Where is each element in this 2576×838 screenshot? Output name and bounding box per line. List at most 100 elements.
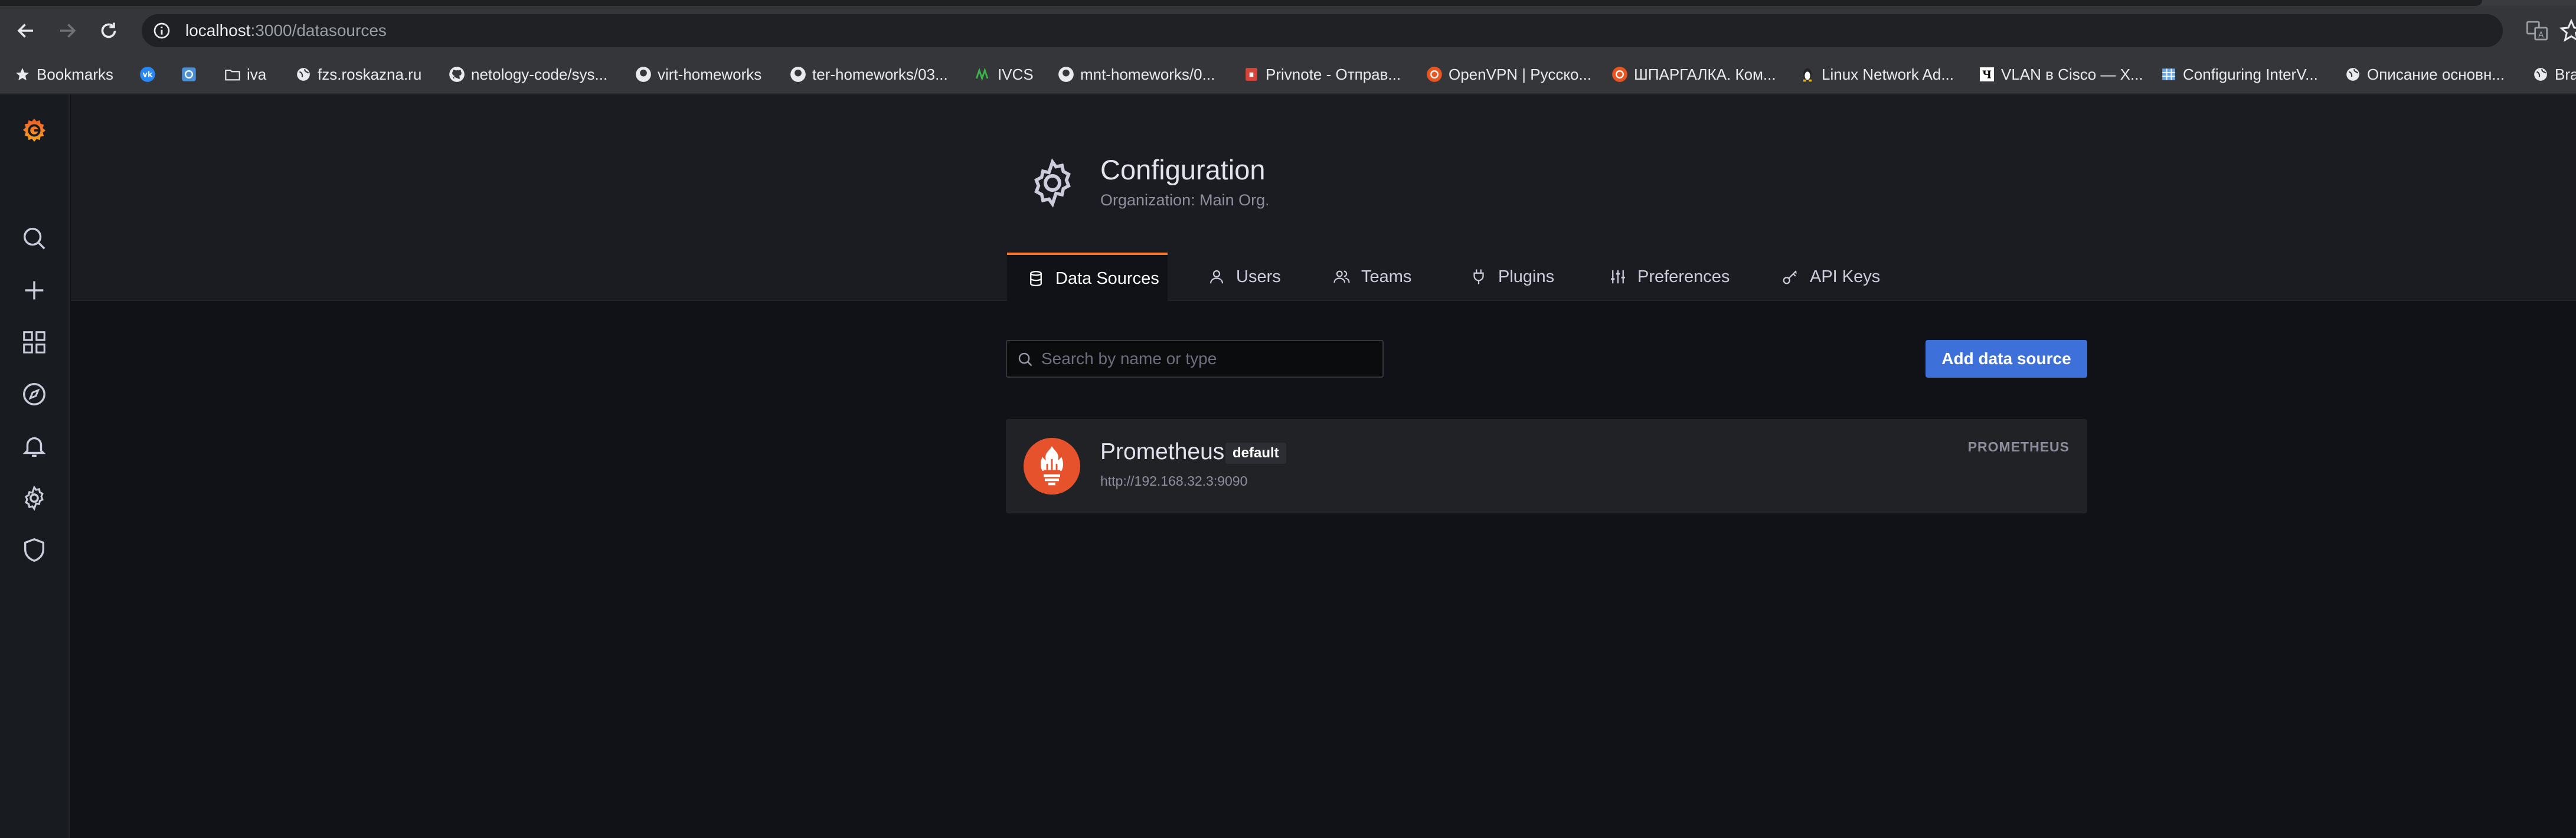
address-url: localhost:3000/datasources (185, 21, 387, 40)
browser-tab-strip (0, 0, 2576, 6)
datasource-url: http://192.168.32.3:9090 (1100, 473, 1248, 489)
bookmark-label: netology-code/sys... (471, 65, 608, 83)
bookmark-label: OpenVPN | Русско... (1449, 65, 1592, 83)
bookmark-item[interactable]: virt-homeworks (635, 63, 761, 86)
bookmark-label: Linux Network Ad... (1822, 65, 1954, 83)
bookmark-label: virt-homeworks (658, 65, 762, 83)
users-icon (1333, 270, 1350, 283)
translate-icon[interactable]: A (2525, 19, 2549, 42)
add-data-source-button[interactable]: Add data source (1926, 340, 2087, 378)
address-bar[interactable]: localhost:3000/datasources (142, 14, 2503, 47)
page-header (71, 94, 2576, 301)
tab-preferences[interactable]: Preferences (1609, 253, 1730, 301)
gear-icon[interactable] (18, 482, 51, 515)
github-icon (1058, 66, 1074, 83)
tab-api-keys[interactable]: API Keys (1781, 253, 1880, 301)
browser-tab-edge (0, 0, 2482, 6)
bell-icon[interactable] (18, 430, 51, 463)
globe-icon (2532, 66, 2549, 83)
bookmark-item[interactable]: Bookmarks (14, 63, 113, 86)
tab-label: Preferences (1637, 267, 1730, 286)
folder-icon (224, 66, 241, 83)
sliders-icon (1611, 270, 1625, 284)
bookmark-item[interactable]: mnt-homeworks/0... (1058, 63, 1215, 86)
globe-icon (295, 66, 312, 83)
bookmark-label: mnt-homeworks/0... (1080, 65, 1215, 83)
bookmark-item[interactable]: ter-homeworks/03... (790, 63, 948, 86)
grafana-sidebar (0, 94, 70, 838)
linux-icon (1799, 66, 1816, 83)
search-input[interactable] (1041, 347, 1372, 371)
svg-text:Ч: Ч (1982, 70, 1992, 81)
bookmark-label: ШПАРГАЛКА. Ком... (1634, 65, 1776, 83)
bookmark-item[interactable]: Bra (2532, 63, 2576, 86)
dashboards-icon[interactable] (18, 326, 51, 359)
svg-text:vk: vk (143, 71, 153, 80)
tab-label: Users (1236, 267, 1281, 286)
bookmark-label: Описание основн... (2367, 65, 2505, 83)
reload-icon (101, 22, 116, 38)
bookmark-label: Bookmarks (37, 65, 114, 83)
url-host: localhost (185, 21, 251, 40)
arrow-right-icon (60, 24, 76, 38)
plus-icon[interactable] (18, 274, 51, 307)
shield-icon[interactable] (18, 533, 51, 567)
search-field[interactable] (1006, 340, 1384, 378)
bookmark-label: Privnote - Отправ... (1266, 65, 1401, 83)
key-icon (1783, 270, 1797, 284)
bookmark-item[interactable]: Ч VLAN в Cisco — Х... (1979, 63, 2143, 86)
bookmark-item[interactable]: vk (139, 63, 156, 86)
forward-button[interactable] (50, 13, 85, 48)
tab-data-sources[interactable]: Data Sources (1007, 253, 1168, 302)
tab-plugins[interactable]: Plugins (1470, 253, 1554, 301)
tab-label: API Keys (1810, 267, 1881, 286)
reload-button[interactable] (91, 13, 126, 48)
bookmark-item[interactable]: Configuring InterV... (2160, 63, 2318, 86)
bookmark-label: ter-homeworks/03... (812, 65, 948, 83)
settings-gear-icon (1034, 158, 1071, 208)
bookmark-label: Bra (2555, 65, 2576, 83)
github-icon (635, 66, 652, 83)
svg-text:A: A (2538, 31, 2544, 40)
tab-label: Data Sources (1055, 269, 1159, 288)
vk-icon: vk (139, 66, 156, 83)
browser-toolbar: localhost:3000/datasources A (0, 6, 2576, 55)
globe-icon (2345, 66, 2361, 83)
ubuntu-icon (1426, 66, 1443, 83)
bookmark-star-icon[interactable] (2559, 19, 2576, 42)
compass-icon[interactable] (18, 378, 51, 411)
bookmark-item[interactable]: Linux Network Ad... (1799, 63, 1954, 86)
tab-teams[interactable]: Teams (1333, 253, 1411, 301)
github-icon (790, 66, 806, 83)
search-icon (1018, 352, 1032, 366)
user-icon (1209, 270, 1224, 284)
tab-label: Plugins (1498, 267, 1555, 286)
back-button[interactable] (8, 13, 44, 48)
bookmark-item[interactable]: ШПАРГАЛКА. Ком... (1611, 63, 1776, 86)
search-icon[interactable] (18, 222, 51, 255)
bookmark-item[interactable]: Privnote - Отправ... (1243, 63, 1401, 86)
bookmark-item[interactable]: IVCS (975, 63, 1034, 86)
ubuntu-icon (1611, 66, 1628, 83)
datasource-card[interactable]: Prometheus default http://192.168.32.3:9… (1006, 419, 2087, 513)
bookmark-item[interactable]: fzs.roskazna.ru (295, 63, 421, 86)
bookmark-item[interactable]: iva (224, 63, 266, 86)
bookmark-item[interactable]: Описание основн... (2345, 63, 2505, 86)
bookmark-item[interactable]: OpenVPN | Русско... (1426, 63, 1591, 86)
app-icon (181, 66, 197, 83)
site-info-icon[interactable] (152, 21, 171, 40)
bookmark-label: iva (247, 65, 267, 83)
bookmark-item[interactable] (181, 63, 197, 86)
datasource-type: PROMETHEUS (1967, 439, 2070, 454)
arrow-left-icon (17, 24, 33, 38)
page-title: Configuration (1100, 154, 1266, 185)
database-icon (1030, 271, 1042, 287)
bookmark-label: VLAN в Cisco — Х... (2001, 65, 2143, 83)
bookmark-item[interactable]: netology-code/sys... (449, 63, 607, 86)
url-path: :3000/datasources (250, 21, 387, 40)
datasource-name: Prometheus (1100, 439, 1225, 464)
wiki-icon: Ч (1979, 66, 1995, 83)
tab-users[interactable]: Users (1208, 253, 1281, 301)
grafana-logo-icon[interactable] (18, 113, 51, 146)
default-badge: default (1225, 443, 1286, 464)
